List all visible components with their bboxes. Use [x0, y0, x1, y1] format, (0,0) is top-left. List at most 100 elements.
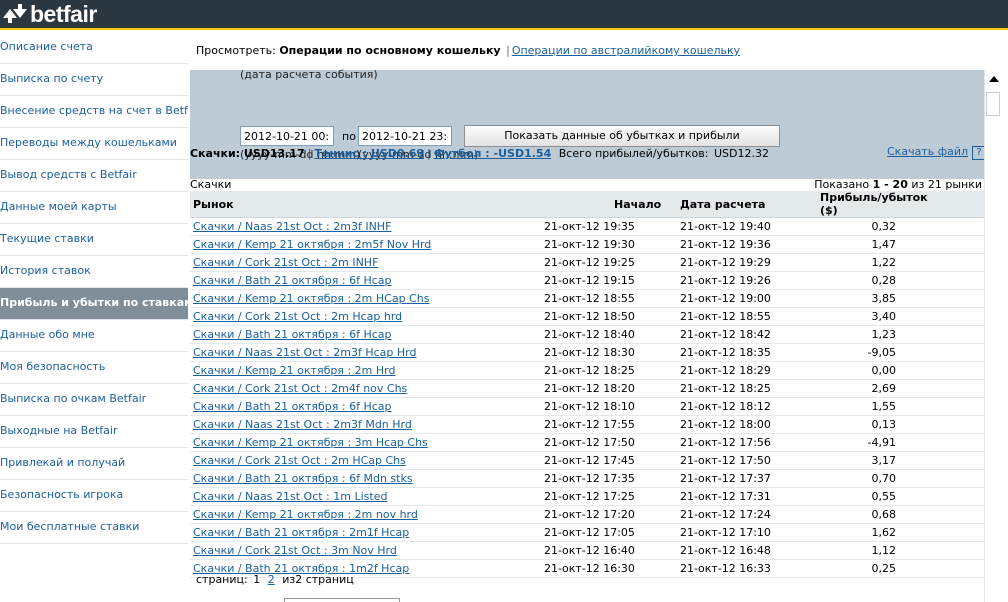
- football-total-link[interactable]: Футбол : -USD1.54: [434, 147, 552, 160]
- market-link[interactable]: Скачки / Bath 21 октября : 2m1f Hcap: [193, 526, 409, 539]
- horse-racing-total: Скачки: USD13.17: [190, 147, 305, 160]
- pages-prefix: страниц:: [196, 573, 248, 586]
- table-row: Скачки / Naas 21st Oct : 1m Listed 21-окт…: [190, 487, 984, 506]
- market-link[interactable]: Скачки / Cork 21st Oct : 2m HCap Chs: [193, 454, 406, 467]
- col-start: Начало: [544, 191, 677, 218]
- scroll-thumb[interactable]: [986, 92, 1000, 116]
- total-label: Всего прибылей/убытков:: [558, 147, 709, 160]
- date-from-input[interactable]: [240, 126, 334, 146]
- account-sidebar: Описание счета Выписка по счету Внесение с…: [0, 32, 188, 602]
- sidebar-item[interactable]: Данные моей карты: [0, 192, 188, 224]
- market-link[interactable]: Скачки / Cork 21st Oct : 3m Nov Hrd: [193, 544, 397, 557]
- table-row: Скачки / Kemp 21 октября : 3m Hcap Chs 21…: [190, 433, 984, 452]
- market-link[interactable]: Скачки / Naas 21st Oct : 1m Listed: [193, 490, 387, 503]
- col-market: Рынок: [190, 191, 544, 218]
- market-link[interactable]: Скачки / Naas 21st Oct : 2m3f Hcap Hrd: [193, 346, 416, 359]
- market-link[interactable]: Скачки / Cork 21st Oct : 2m Hcap hrd: [193, 310, 402, 323]
- sidebar-item[interactable]: Вывод средств с Betfair: [0, 160, 188, 192]
- market-link[interactable]: Скачки / Naas 21st Oct : 2m3f Mdn Hrd: [193, 418, 412, 431]
- sidebar-item[interactable]: Внесение средств на счет в Betfair: [0, 96, 188, 128]
- sidebar-item[interactable]: Безопасность игрока: [0, 480, 188, 512]
- download-file-link[interactable]: Скачать файл?: [887, 145, 987, 160]
- sidebar-item[interactable]: Выписка по очкам Betfair: [0, 384, 188, 416]
- sidebar-item[interactable]: Переводы между кошельками: [0, 128, 188, 160]
- page-2-link[interactable]: 2: [268, 573, 275, 586]
- table-row: Скачки / Bath 21 октября : 6f Hcap 21-окт…: [190, 397, 984, 416]
- market-link[interactable]: Скачки / Kemp 21 октября : 2m nov hrd: [193, 508, 418, 521]
- po-label: по: [342, 130, 356, 143]
- cell-pnl: 3,40: [817, 307, 984, 326]
- cell-settled: 21-окт-12 18:55: [677, 307, 817, 326]
- wallet-switcher: Просмотреть: Операции по основному кошел…: [196, 44, 740, 57]
- table-row: Скачки / Kemp 21 октября : 2m5f Nov Hrd 2…: [190, 235, 984, 254]
- cell-market: Скачки / Cork 21st Oct : 2m4f nov Chs: [190, 379, 544, 398]
- cell-market: Скачки / Bath 21 октября : 2m1f Hcap: [190, 523, 544, 542]
- cell-pnl: 1,55: [817, 397, 984, 416]
- show-pnl-button[interactable]: Показать данные об убытках и прибыли: [464, 125, 780, 147]
- cell-settled: 21-окт-12 17:10: [677, 523, 817, 542]
- cell-start: 21-окт-12 18:50: [544, 307, 677, 326]
- cell-settled: 21-окт-12 17:24: [677, 505, 817, 524]
- filter-caption: (дата расчета события): [240, 68, 378, 81]
- cell-market: Скачки / Naas 21st Oct : 2m3f INHF: [190, 217, 544, 236]
- cell-start: 21-окт-12 17:20: [544, 505, 677, 524]
- date-to-input[interactable]: [358, 126, 452, 146]
- table-row: Скачки / Kemp 21 октября : 2m Hrd 21-окт-…: [190, 361, 984, 380]
- market-link[interactable]: Скачки / Kemp 21 октября : 2m5f Nov Hrd: [193, 238, 431, 251]
- cell-pnl: 2,69: [817, 379, 984, 398]
- page-scrollbar[interactable]: [984, 70, 1002, 602]
- table-row: Скачки / Kemp 21 октября : 2m HCap Chs 21…: [190, 289, 984, 308]
- table-row: Скачки / Cork 21st Oct : 2m INHF 21-окт-1…: [190, 253, 984, 272]
- betfair-logo[interactable]: betfair: [2, 1, 97, 27]
- cell-start: 21-окт-12 18:55: [544, 289, 677, 308]
- cell-start: 21-окт-12 17:55: [544, 415, 677, 434]
- bottom-buttons-edge: [284, 598, 400, 602]
- market-link[interactable]: Скачки / Bath 21 октября : 6f Hcap: [193, 400, 392, 413]
- cell-start: 21-окт-12 18:10: [544, 397, 677, 416]
- pages-suffix: из2 страниц: [282, 573, 354, 586]
- market-link[interactable]: Скачки / Naas 21st Oct : 2m3f INHF: [193, 220, 391, 233]
- cell-pnl: 0,70: [817, 469, 984, 488]
- cell-pnl: 0,32: [817, 217, 984, 236]
- betfair-arrows-icon: [2, 3, 28, 25]
- market-link[interactable]: Скачки / Bath 21 октября : 6f Hcap: [193, 274, 392, 287]
- sidebar-item[interactable]: Выписка по счету: [0, 64, 188, 96]
- cell-settled: 21-окт-12 19:36: [677, 235, 817, 254]
- sidebar-item[interactable]: Моя безопасность: [0, 352, 188, 384]
- sidebar-item[interactable]: Данные обо мне: [0, 320, 188, 352]
- market-link[interactable]: Скачки / Kemp 21 октября : 2m HCap Chs: [193, 292, 429, 305]
- cell-start: 21-окт-12 18:25: [544, 361, 677, 380]
- breadcrumb-prefix: Просмотреть:: [196, 44, 276, 57]
- australian-wallet-link[interactable]: Операции по австралийкому кошельку: [512, 44, 740, 57]
- table-row: Скачки / Cork 21st Oct : 3m Nov Hrd 21-ок…: [190, 541, 984, 560]
- cell-market: Скачки / Bath 21 октября : 6f Mdn stks: [190, 469, 544, 488]
- page-current: 1: [253, 573, 261, 586]
- cell-pnl: 0,68: [817, 505, 984, 524]
- market-link[interactable]: Скачки / Cork 21st Oct : 2m INHF: [193, 256, 378, 269]
- sidebar-item[interactable]: Привлекай и получай: [0, 448, 188, 480]
- table-header-row: Рынок Начало Дата расчета Прибыль/убыток…: [190, 191, 984, 218]
- sidebar-item[interactable]: Описание счета: [0, 32, 188, 64]
- cell-start: 21-окт-12 19:35: [544, 217, 677, 236]
- scroll-up-arrow-icon[interactable]: [989, 76, 999, 82]
- sidebar-item[interactable]: Прибыль и убытки по ставкам: [0, 288, 188, 320]
- market-link[interactable]: Скачки / Kemp 21 октября : 2m Hrd: [193, 364, 395, 377]
- cell-settled: 21-окт-12 18:35: [677, 343, 817, 362]
- market-link[interactable]: Скачки / Bath 21 октября : 6f Mdn stks: [193, 472, 413, 485]
- sidebar-item[interactable]: Текущие ставки: [0, 224, 188, 256]
- market-link[interactable]: Скачки / Bath 21 октября : 6f Hcap: [193, 328, 392, 341]
- tennis-total-link[interactable]: Теннис : USD0.69: [314, 147, 424, 160]
- cell-start: 21-окт-12 18:40: [544, 325, 677, 344]
- cell-start: 21-окт-12 18:20: [544, 379, 677, 398]
- sidebar-item[interactable]: Выходные на Betfair: [0, 416, 188, 448]
- market-link[interactable]: Скачки / Kemp 21 октября : 3m Hcap Chs: [193, 436, 428, 449]
- pagination: страниц: 1 2 из2 страниц: [196, 573, 354, 586]
- cell-pnl: 1,62: [817, 523, 984, 542]
- breadcrumb-separator: |: [506, 44, 510, 57]
- sidebar-item[interactable]: Мои бесплатные ставки: [0, 512, 188, 544]
- sidebar-item[interactable]: История ставок: [0, 256, 188, 288]
- cell-pnl: 1,22: [817, 253, 984, 272]
- cell-market: Скачки / Kemp 21 октября : 2m5f Nov Hrd: [190, 235, 544, 254]
- market-link[interactable]: Скачки / Cork 21st Oct : 2m4f nov Chs: [193, 382, 407, 395]
- cell-start: 21-окт-12 19:25: [544, 253, 677, 272]
